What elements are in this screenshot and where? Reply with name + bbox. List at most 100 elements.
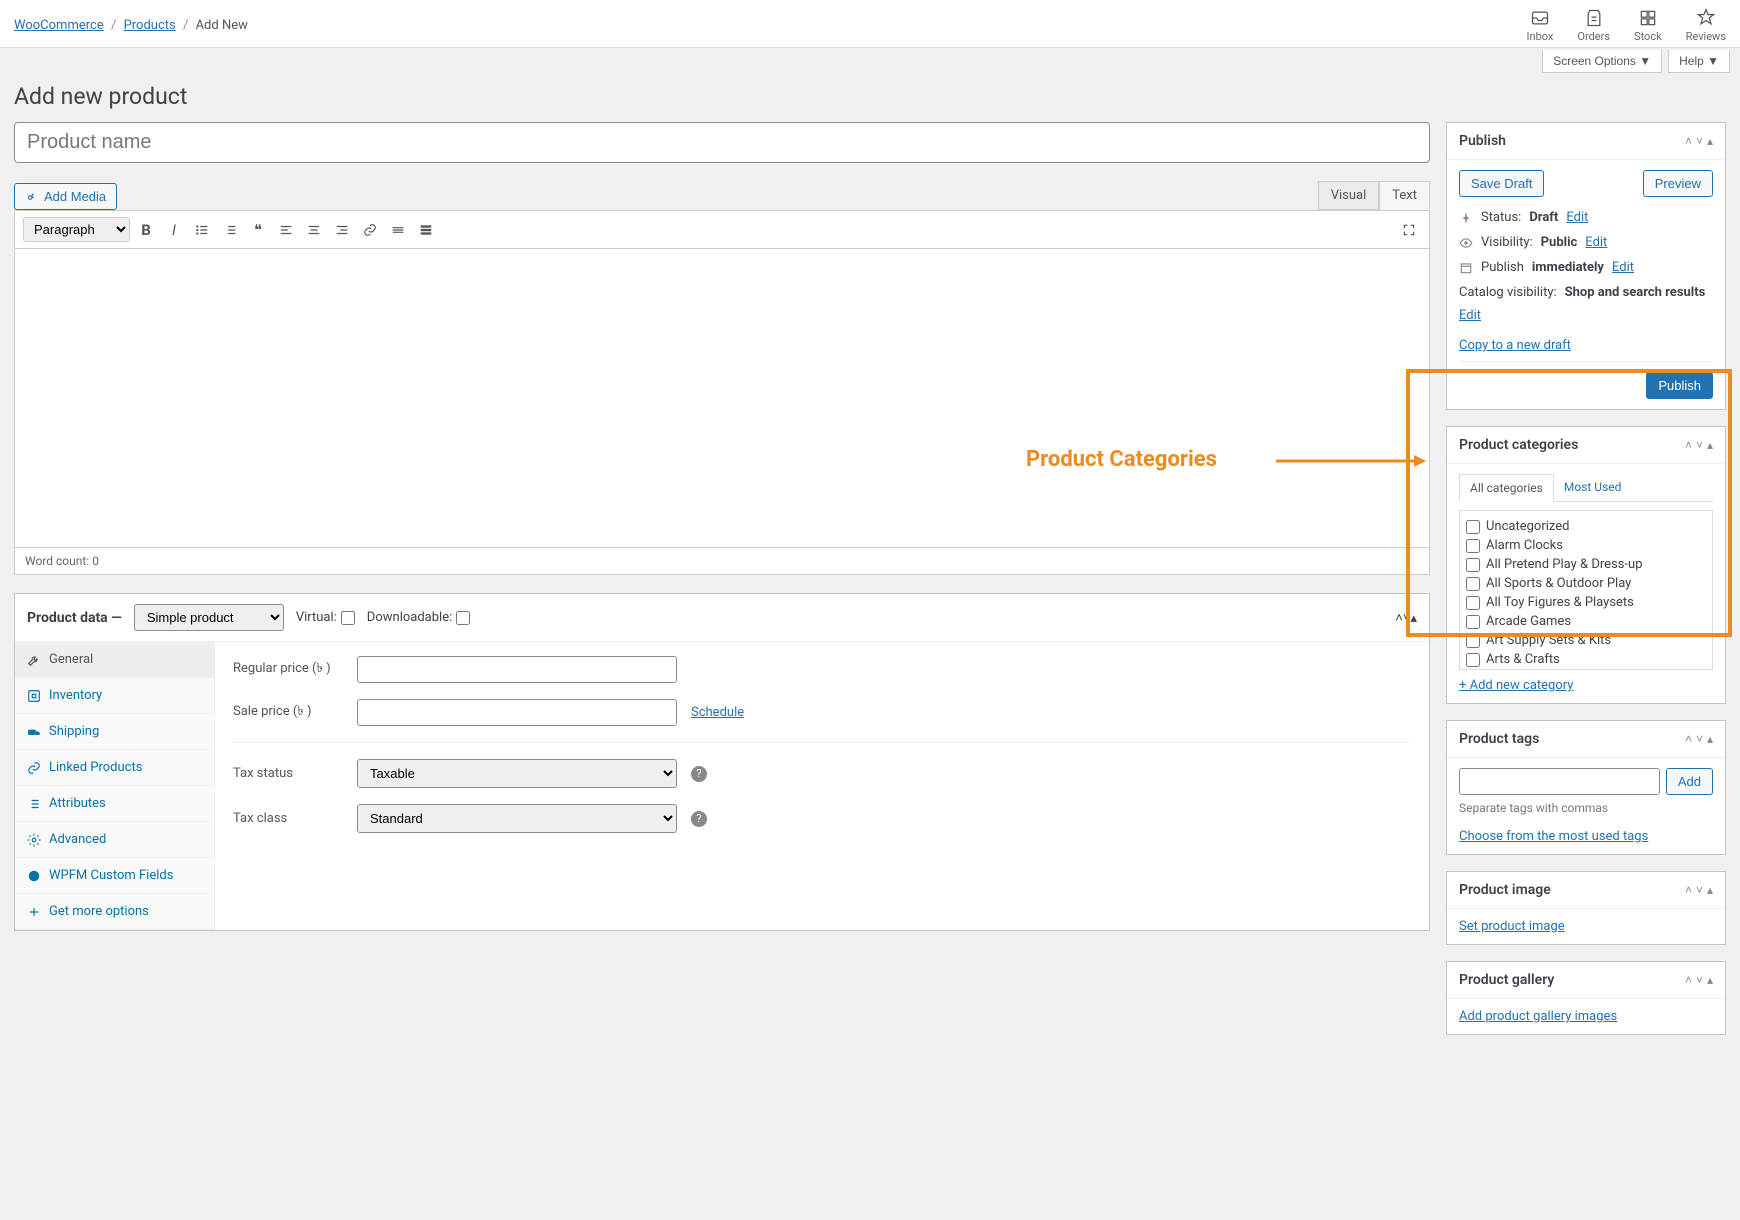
list-item: All Pretend Play & Dress-up [1466,555,1706,574]
more-button[interactable] [386,218,410,242]
set-image-link[interactable]: Set product image [1459,919,1565,934]
inbox-button[interactable]: Inbox [1527,8,1554,43]
stock-button[interactable]: Stock [1634,8,1662,43]
help-button[interactable]: Help ▼ [1668,50,1730,73]
chevron-down-icon[interactable]: ˅ [1696,973,1703,987]
italic-button[interactable]: I [162,218,186,242]
ol-icon [223,223,237,237]
breadcrumb-woocommerce[interactable]: WooCommerce [14,18,104,33]
breadcrumb-products[interactable]: Products [124,18,176,33]
add-gallery-link[interactable]: Add product gallery images [1459,1009,1617,1024]
align-left-button[interactable] [274,218,298,242]
tab-text[interactable]: Text [1379,181,1430,210]
category-checkbox[interactable] [1466,615,1480,629]
ul-button[interactable] [190,218,214,242]
pin-icon [1459,211,1473,225]
tab-all-categories[interactable]: All categories [1459,474,1554,502]
preview-button[interactable]: Preview [1643,170,1713,197]
orders-button[interactable]: Orders [1577,8,1610,43]
gear-icon [27,833,41,847]
chevron-up-icon[interactable]: ˄ [1685,883,1692,897]
align-center-button[interactable] [302,218,326,242]
regular-price-input[interactable] [357,656,677,683]
chevron-down-icon[interactable]: ˅ [1696,732,1703,746]
sale-price-label: Sale price (৳ ) [233,702,343,723]
chevron-up-icon[interactable]: ˄ [1395,611,1403,626]
help-icon[interactable]: ? [691,766,707,782]
tab-general[interactable]: General [15,642,214,678]
status-row: Status: Draft Edit [1459,205,1713,230]
category-checkbox[interactable] [1466,653,1480,667]
reviews-button[interactable]: Reviews [1686,8,1726,43]
tax-class-select[interactable]: Standard [357,804,677,833]
category-list[interactable]: Uncategorized Alarm Clocks All Pretend P… [1459,510,1713,670]
category-checkbox[interactable] [1466,558,1480,572]
sale-price-input[interactable] [357,699,677,726]
inventory-icon [27,689,41,703]
toolbar-toggle-button[interactable] [414,218,438,242]
category-checkbox[interactable] [1466,539,1480,553]
category-checkbox[interactable] [1466,577,1480,591]
tab-shipping[interactable]: Shipping [15,714,214,750]
category-checkbox[interactable] [1466,596,1480,610]
copy-draft-link[interactable]: Copy to a new draft [1459,338,1713,353]
category-checkbox[interactable] [1466,520,1480,534]
ol-button[interactable] [218,218,242,242]
add-media-button[interactable]: Add Media [14,183,117,210]
catalog-row: Catalog visibility: Shop and search resu… [1459,280,1713,328]
list-item: Art Supply Sets & Kits [1466,631,1706,650]
schedule-link[interactable]: Schedule [691,705,744,720]
tab-most-used[interactable]: Most Used [1554,474,1632,501]
chevron-down-icon[interactable]: ˅ [1696,438,1703,452]
add-tag-button[interactable]: Add [1666,768,1713,795]
chevron-up-icon[interactable]: ˄ [1685,973,1692,987]
edit-catalog-link[interactable]: Edit [1459,308,1481,323]
list-item: Uncategorized [1466,517,1706,536]
format-select[interactable]: Paragraph [23,217,130,242]
triangle-up-icon[interactable]: ▴ [1707,438,1713,452]
chevron-down-icon[interactable]: ˅ [1696,134,1703,148]
chevron-down-icon[interactable]: ˅ [1696,883,1703,897]
virtual-checkbox-label: Virtual: [296,610,355,625]
tab-inventory[interactable]: Inventory [15,678,214,714]
align-right-button[interactable] [330,218,354,242]
product-name-input[interactable] [14,122,1430,163]
triangle-up-icon[interactable]: ▴ [1707,883,1713,897]
publish-button[interactable]: Publish [1646,372,1713,399]
gallery-box: Product gallery ˄˅▴ Add product gallery … [1446,961,1726,1035]
tab-linked[interactable]: Linked Products [15,750,214,786]
chevron-up-icon[interactable]: ˄ [1685,732,1692,746]
edit-status-link[interactable]: Edit [1566,210,1588,225]
chevron-up-icon[interactable]: ˄ [1685,438,1692,452]
bold-button[interactable]: B [134,218,158,242]
triangle-up-icon[interactable]: ▴ [1707,973,1713,987]
edit-visibility-link[interactable]: Edit [1585,235,1607,250]
tab-more-options[interactable]: Get more options [15,894,214,930]
chevron-up-icon[interactable]: ˄ [1685,134,1692,148]
editor-textarea[interactable] [14,248,1430,548]
product-type-select[interactable]: Simple product [134,604,284,631]
quote-button[interactable]: ❝ [246,218,270,242]
tab-visual[interactable]: Visual [1318,181,1380,210]
tab-wpfm[interactable]: WPFM Custom Fields [15,858,214,894]
downloadable-checkbox[interactable] [456,611,470,625]
fullscreen-button[interactable] [1397,218,1421,242]
triangle-up-icon[interactable]: ▴ [1707,732,1713,746]
most-used-tags-link[interactable]: Choose from the most used tags [1459,829,1713,844]
link-button[interactable] [358,218,382,242]
tax-status-select[interactable]: Taxable [357,759,677,788]
category-checkbox[interactable] [1466,634,1480,648]
tag-input[interactable] [1459,768,1660,795]
fields-icon [27,869,41,883]
help-icon[interactable]: ? [691,811,707,827]
triangle-up-icon[interactable]: ▴ [1410,611,1417,626]
edit-schedule-link[interactable]: Edit [1612,260,1634,275]
tab-advanced[interactable]: Advanced [15,822,214,858]
add-category-link[interactable]: + Add new category [1459,678,1713,693]
save-draft-button[interactable]: Save Draft [1459,170,1544,197]
virtual-checkbox[interactable] [341,611,355,625]
triangle-up-icon[interactable]: ▴ [1707,134,1713,148]
screen-options-button[interactable]: Screen Options ▼ [1542,50,1662,73]
tab-attributes[interactable]: Attributes [15,786,214,822]
publish-box: Publish ˄ ˅ ▴ Save Draft Preview Status: D… [1446,122,1726,410]
